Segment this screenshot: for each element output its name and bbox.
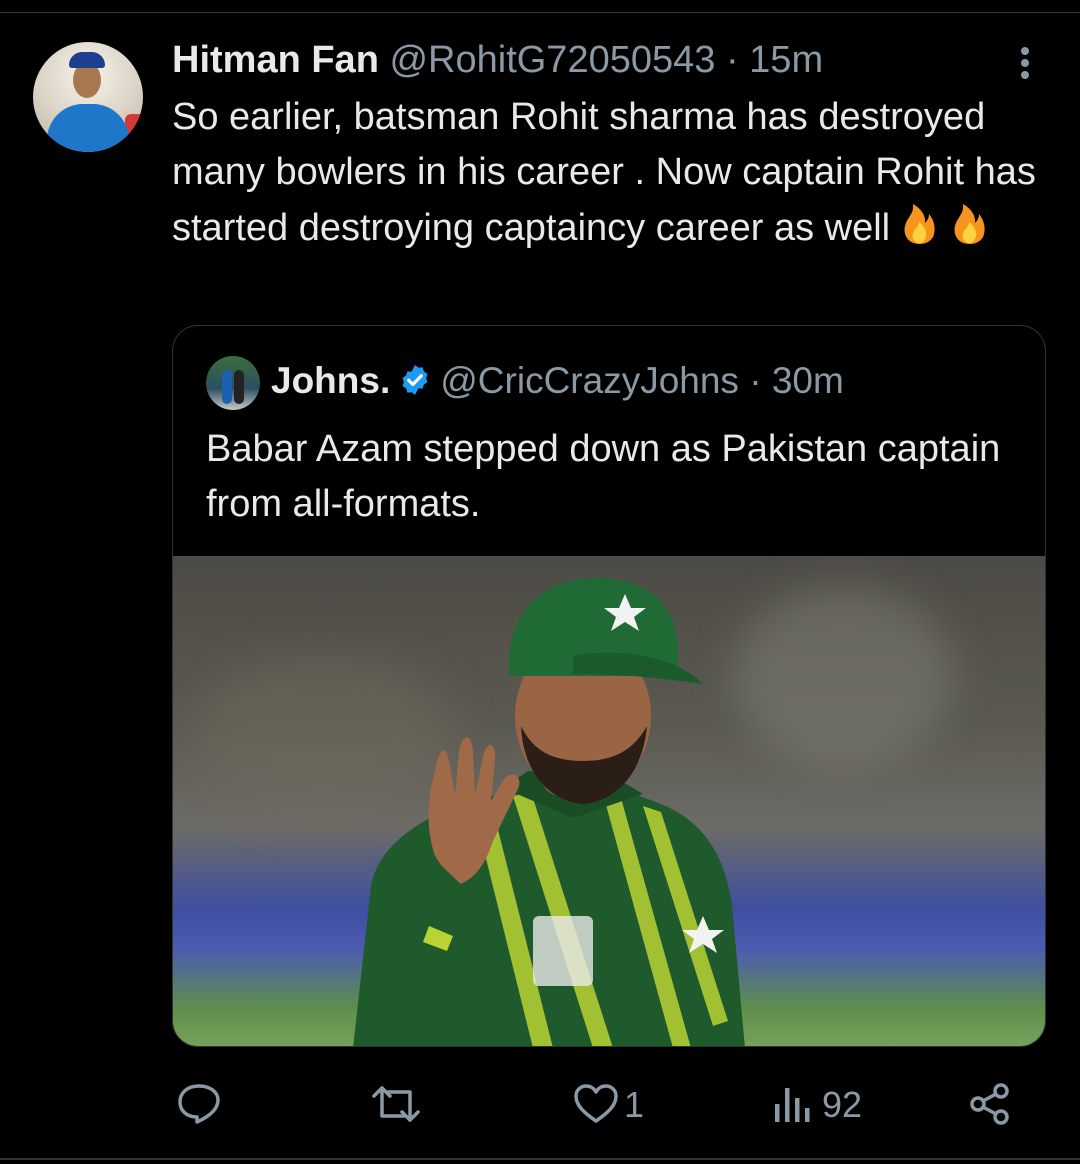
quoted-author-avatar[interactable] [206, 356, 260, 410]
tweet-timestamp[interactable]: 15m [749, 39, 823, 81]
share-icon[interactable] [968, 1082, 1012, 1126]
quoted-tweet-photo[interactable] [173, 556, 1045, 1046]
like-icon[interactable] [573, 1084, 619, 1124]
more-options-icon[interactable] [1008, 42, 1042, 84]
tweet-body: So earlier, batsman Rohit sharma has des… [172, 90, 1062, 262]
quoted-tweet-header: Johns. @CricCrazyJohns · 30m [271, 359, 844, 403]
reply-icon[interactable] [176, 1082, 222, 1124]
top-divider [0, 12, 1080, 13]
verified-badge-icon [402, 365, 428, 395]
bottom-divider [0, 1158, 1080, 1160]
quoted-author-handle[interactable]: @CricCrazyJohns [440, 360, 739, 401]
quoted-author-name[interactable]: Johns. [271, 360, 390, 401]
quoted-tweet-text: Babar Azam stepped down as Pakistan capt… [206, 428, 1001, 525]
like-count[interactable]: 1 [624, 1084, 644, 1126]
author-avatar[interactable] [33, 42, 143, 152]
author-name[interactable]: Hitman Fan [172, 39, 379, 81]
fire-emoji [900, 200, 988, 262]
view-count[interactable]: 92 [822, 1084, 862, 1126]
quoted-separator-dot: · [749, 360, 762, 401]
tweet-header: Hitman Fan @RohitG72050543 · 15m [172, 38, 823, 82]
separator-dot: · [725, 39, 739, 81]
quoted-tweet-card[interactable]: Johns. @CricCrazyJohns · 30m Babar Azam … [172, 325, 1046, 1047]
author-handle[interactable]: @RohitG72050543 [389, 39, 715, 81]
quoted-timestamp[interactable]: 30m [772, 360, 844, 401]
retweet-icon[interactable] [370, 1082, 422, 1126]
views-icon[interactable] [773, 1084, 813, 1124]
